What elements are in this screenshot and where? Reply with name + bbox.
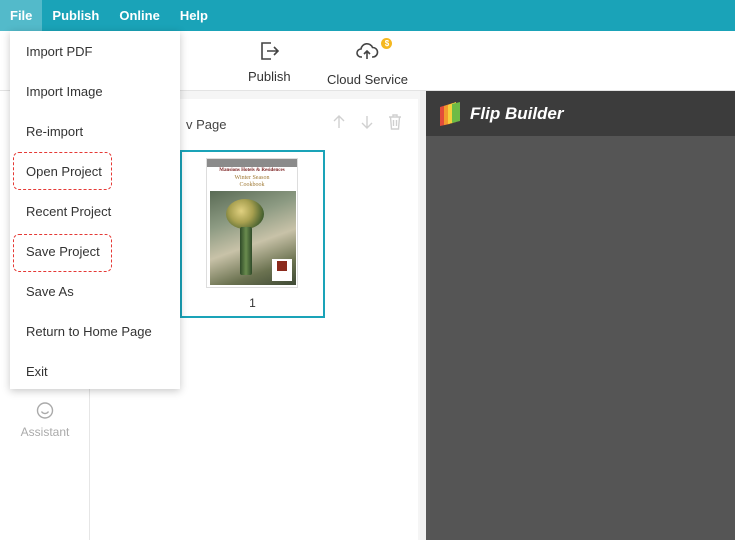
menu-item-re-import[interactable]: Re-import (10, 111, 180, 151)
menu-bar: File Publish Online Help (0, 0, 735, 31)
vase (240, 227, 252, 275)
publish-icon (261, 42, 280, 60)
move-up-icon[interactable] (330, 113, 348, 131)
menu-item-exit[interactable]: Exit (10, 351, 180, 391)
page-panel-header: v Page (186, 117, 227, 132)
menu-file[interactable]: File (0, 0, 43, 31)
cover-subtitle-line1: Winter Season (234, 175, 270, 181)
flip-builder-logo-icon (440, 101, 460, 126)
page-number: 1 (249, 296, 256, 310)
cloud-upload-icon (356, 43, 379, 59)
publish-button-label: Publish (248, 69, 291, 84)
cover-title: Mansions Hotels & Residences (219, 168, 285, 173)
cover-subtitle: Winter Season Cookbook (207, 175, 297, 189)
preview-pane: Flip Builder (426, 91, 735, 540)
move-down-icon[interactable] (358, 113, 376, 131)
cover-image: Mansions Hotels & Residences Winter Seas… (206, 158, 298, 288)
menu-item-import-pdf[interactable]: Import PDF (10, 31, 180, 71)
highlight-save-project (13, 234, 112, 272)
highlight-open-project (13, 152, 112, 190)
chat-bubble-icon (36, 402, 54, 419)
file-menu-dropdown: Import PDF Import Image Re-import Open P… (10, 31, 180, 389)
coin-badge: $ (381, 38, 393, 49)
flower-arrangement (226, 199, 264, 229)
page-actions (330, 113, 404, 131)
cover-photo (210, 191, 296, 285)
assistant-label: Assistant (20, 425, 70, 439)
brand-title: Flip Builder (470, 103, 564, 123)
preview-header: Flip Builder (426, 91, 735, 136)
cover-subtitle-line2: Cookbook (239, 182, 265, 188)
menu-publish[interactable]: Publish (42, 0, 109, 31)
cloud-service-button[interactable]: $ Cloud Service (327, 38, 408, 87)
menu-item-save-as[interactable]: Save As (10, 271, 180, 311)
cloud-service-label: Cloud Service (327, 72, 408, 87)
menu-item-import-image[interactable]: Import Image (10, 71, 180, 111)
assistant-button[interactable]: Assistant (0, 401, 90, 439)
page-thumbnail[interactable]: Mansions Hotels & Residences Winter Seas… (180, 150, 325, 318)
cover-header-bar (207, 159, 297, 167)
menu-item-return-home[interactable]: Return to Home Page (10, 311, 180, 351)
menu-item-recent-project[interactable]: Recent Project (10, 191, 180, 231)
menu-online[interactable]: Online (109, 0, 169, 31)
delete-icon[interactable] (386, 113, 404, 131)
menu-help[interactable]: Help (170, 0, 218, 31)
cover-logo (272, 259, 292, 281)
publish-button[interactable]: Publish (248, 39, 291, 84)
